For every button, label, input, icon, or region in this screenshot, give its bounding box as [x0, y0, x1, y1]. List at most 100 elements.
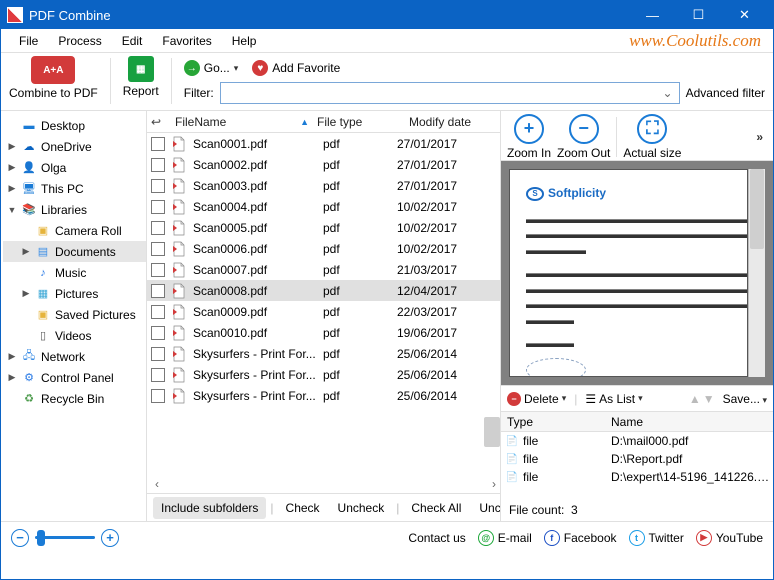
row-checkbox[interactable]: [151, 221, 165, 235]
file-row[interactable]: Scan0001.pdfpdf27/01/2017: [147, 133, 500, 154]
file-row[interactable]: Skysurfers - Print For...pdf25/06/2014: [147, 385, 500, 406]
overflow-button[interactable]: »: [756, 130, 767, 144]
file-row[interactable]: Scan0004.pdfpdf10/02/2017: [147, 196, 500, 217]
file-row[interactable]: Skysurfers - Print For...pdf25/06/2014: [147, 343, 500, 364]
selection-row[interactable]: 📄fileD:\mail000.pdf: [501, 432, 773, 450]
menu-edit[interactable]: Edit: [114, 32, 151, 50]
file-row[interactable]: Scan0009.pdfpdf22/03/2017: [147, 301, 500, 322]
tree-item[interactable]: ♪Music: [3, 262, 146, 283]
tree-item[interactable]: ▼📚Libraries: [3, 199, 146, 220]
save-button[interactable]: Save... ▾: [723, 392, 767, 406]
file-row[interactable]: Scan0003.pdfpdf27/01/2017: [147, 175, 500, 196]
up-folder-button[interactable]: ↩: [151, 115, 175, 129]
facebook-link[interactable]: fFacebook: [544, 530, 617, 546]
column-filename[interactable]: FileName▲: [175, 115, 317, 129]
tree-item[interactable]: ▶▦Pictures: [3, 283, 146, 304]
selection-list[interactable]: 📄fileD:\mail000.pdf📄fileD:\Report.pdf📄fi…: [501, 432, 773, 486]
tree-item[interactable]: ▣Camera Roll: [3, 220, 146, 241]
check-all-button[interactable]: Check All: [403, 497, 469, 519]
titlebar[interactable]: PDF Combine — ☐ ✕: [1, 1, 773, 29]
include-subfolders-button[interactable]: Include subfolders: [153, 497, 266, 519]
row-checkbox[interactable]: [151, 137, 165, 151]
add-favorite-button[interactable]: ♥ Add Favorite: [252, 60, 340, 76]
uncheck-all-button[interactable]: Uncheck All: [471, 497, 500, 519]
menu-process[interactable]: Process: [50, 32, 109, 50]
menu-help[interactable]: Help: [224, 32, 265, 50]
as-list-button[interactable]: ☰As List ▾: [585, 392, 642, 406]
tree-item[interactable]: ▶👤Olga: [3, 157, 146, 178]
go-button[interactable]: → Go... ▾: [184, 60, 239, 76]
tree-item[interactable]: ♻Recycle Bin: [3, 388, 146, 409]
zoom-out-button[interactable]: −Zoom Out: [557, 114, 610, 160]
zoom-in-button[interactable]: +Zoom In: [507, 114, 551, 160]
menu-favorites[interactable]: Favorites: [154, 32, 219, 50]
minimize-button[interactable]: —: [630, 1, 675, 29]
filter-combo[interactable]: ⌄: [220, 82, 680, 104]
tree-item[interactable]: ▶🖥This PC: [3, 178, 146, 199]
expand-icon[interactable]: ▶: [7, 141, 17, 152]
actual-size-button[interactable]: ⛶Actual size: [623, 114, 681, 160]
expand-icon[interactable]: ▶: [21, 288, 31, 299]
youtube-link[interactable]: ▶YouTube: [696, 530, 763, 546]
scrollbar-horizontal[interactable]: ‹›: [147, 475, 500, 493]
row-checkbox[interactable]: [151, 347, 165, 361]
expand-icon[interactable]: ▼: [7, 205, 17, 215]
row-checkbox[interactable]: [151, 242, 165, 256]
row-checkbox[interactable]: [151, 326, 165, 340]
preview-scrollbar[interactable]: [748, 169, 765, 377]
row-checkbox[interactable]: [151, 263, 165, 277]
zoom-minus-icon[interactable]: −: [11, 529, 29, 547]
row-checkbox[interactable]: [151, 368, 165, 382]
tree-zoom-slider[interactable]: − +: [11, 529, 119, 547]
slider-knob[interactable]: [37, 530, 45, 546]
maximize-button[interactable]: ☐: [676, 1, 721, 29]
move-up-button[interactable]: ▲: [689, 392, 701, 406]
combine-to-pdf-button[interactable]: A+A Combine to PDF: [9, 56, 98, 100]
sel-column-type[interactable]: Type: [501, 415, 611, 429]
uncheck-button[interactable]: Uncheck: [330, 497, 393, 519]
twitter-link[interactable]: tTwitter: [629, 530, 684, 546]
file-row[interactable]: Scan0008.pdfpdf12/04/2017: [147, 280, 500, 301]
row-checkbox[interactable]: [151, 389, 165, 403]
folder-tree[interactable]: ▬Desktop▶☁OneDrive▶👤Olga▶🖥This PC▼📚Libra…: [1, 111, 147, 521]
check-button[interactable]: Check: [278, 497, 328, 519]
selection-row[interactable]: 📄fileD:\Report.pdf: [501, 450, 773, 468]
brand-url[interactable]: www.Coolutils.com: [629, 31, 761, 51]
file-row[interactable]: Scan0006.pdfpdf10/02/2017: [147, 238, 500, 259]
move-down-button[interactable]: ▼: [703, 392, 715, 406]
row-checkbox[interactable]: [151, 305, 165, 319]
delete-button[interactable]: −Delete ▾: [507, 392, 566, 406]
expand-icon[interactable]: ▶: [7, 162, 17, 173]
row-checkbox[interactable]: [151, 200, 165, 214]
file-row[interactable]: Scan0005.pdfpdf10/02/2017: [147, 217, 500, 238]
tree-item[interactable]: ▶🖧Network: [3, 346, 146, 367]
column-modifydate[interactable]: Modify date: [391, 115, 500, 129]
slider-track[interactable]: [35, 536, 95, 539]
tree-item[interactable]: ▬Desktop: [3, 115, 146, 136]
file-row[interactable]: Scan0002.pdfpdf27/01/2017: [147, 154, 500, 175]
close-button[interactable]: ✕: [722, 1, 767, 29]
row-checkbox[interactable]: [151, 284, 165, 298]
advanced-filter-link[interactable]: Advanced filter: [686, 86, 765, 100]
zoom-plus-icon[interactable]: +: [101, 529, 119, 547]
tree-item[interactable]: ▶☁OneDrive: [3, 136, 146, 157]
sel-column-name[interactable]: Name: [611, 415, 773, 429]
expand-icon[interactable]: ▶: [7, 351, 17, 362]
contact-us-link[interactable]: Contact us: [408, 531, 465, 545]
expand-icon[interactable]: ▶: [21, 246, 31, 257]
row-checkbox[interactable]: [151, 179, 165, 193]
menu-file[interactable]: File: [11, 32, 46, 50]
tree-item[interactable]: ▶⚙Control Panel: [3, 367, 146, 388]
report-button[interactable]: ▦ Report: [123, 56, 159, 98]
expand-icon[interactable]: ▶: [7, 183, 17, 194]
tree-item[interactable]: ▯Videos: [3, 325, 146, 346]
selection-row[interactable]: 📄fileD:\expert\14-5196_141226.pdf: [501, 468, 773, 486]
row-checkbox[interactable]: [151, 158, 165, 172]
file-list[interactable]: Scan0001.pdfpdf27/01/2017Scan0002.pdfpdf…: [147, 133, 500, 475]
file-row[interactable]: Skysurfers - Print For...pdf25/06/2014: [147, 364, 500, 385]
column-filetype[interactable]: File type: [317, 115, 391, 129]
file-row[interactable]: Scan0010.pdfpdf19/06/2017: [147, 322, 500, 343]
file-row[interactable]: Scan0007.pdfpdf21/03/2017: [147, 259, 500, 280]
tree-item[interactable]: ▣Saved Pictures: [3, 304, 146, 325]
expand-icon[interactable]: ▶: [7, 372, 17, 383]
